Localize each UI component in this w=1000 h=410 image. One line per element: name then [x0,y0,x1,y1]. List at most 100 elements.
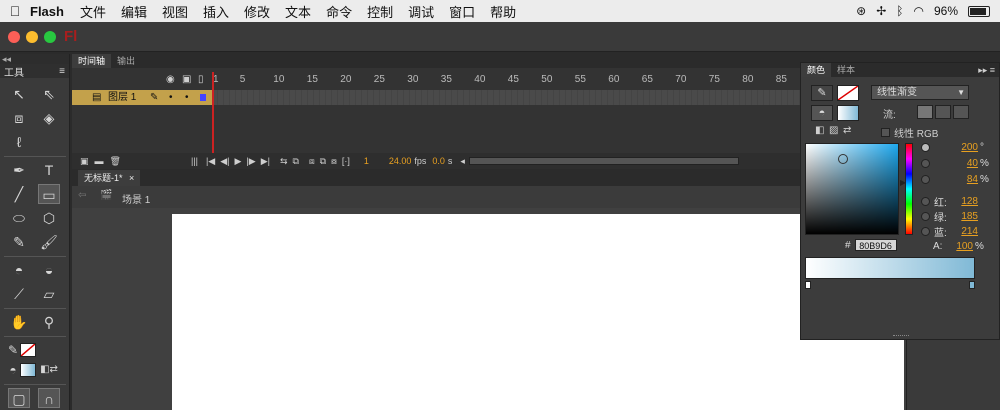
wifi-icon[interactable]: ◠ [913,4,923,18]
last-frame-icon[interactable]: ▶| [261,156,270,167]
pencil-tool-icon[interactable]: ✎ [8,232,30,252]
scene-name[interactable]: 场景 1 [122,191,150,206]
step-forward-icon[interactable]: |▶ [246,156,255,167]
alpha-value[interactable]: 100 [951,241,973,252]
center-frame-icon[interactable]: ||| [191,156,198,166]
pinwheel-icon[interactable]: ✢ [876,4,886,18]
red-radio[interactable] [921,197,930,206]
bluetooth-icon[interactable]: ᛒ [896,4,903,18]
fill-swatch[interactable] [837,105,859,121]
swap-colors-icon[interactable]: ⇄ [843,125,851,136]
back-arrow-icon[interactable]: ⇦ [78,190,86,201]
delete-layer-icon[interactable]: 🗑 [110,156,121,167]
tab-output[interactable]: 输出 [111,54,141,68]
text-tool-icon[interactable]: T [38,160,60,180]
black-white-icon[interactable]: ◧ [815,125,824,136]
ink-bottle-tool-icon[interactable]: ◒ [38,260,60,280]
flow-extend-button[interactable] [917,105,933,119]
hue-slider-arrow-icon[interactable]: ▶ [900,178,906,187]
free-transform-tool-icon[interactable]: ⧈ [8,108,30,128]
edit-multiple-frames-icon[interactable]: ⧈ [309,156,315,167]
resize-grip-icon[interactable] [893,335,909,338]
menu-app-name[interactable]: Flash [30,4,64,19]
flow-reflect-button[interactable] [935,105,951,119]
document-tab[interactable]: 无标题-1* × [78,170,141,186]
outline-icon[interactable]: ▯ [198,74,204,85]
menu-help[interactable]: 帮助 [490,2,516,21]
zoom-tool-icon[interactable]: ⚲ [38,312,60,332]
color-picker-cursor[interactable] [838,154,848,164]
tab-color[interactable]: 颜色 [801,63,832,77]
stroke-mode-icon[interactable]: ✎ [811,85,833,101]
modify-markers-icon[interactable]: ⧇ [331,156,337,167]
layer-row[interactable]: ▤ 图层 1 ✎ • • [72,90,800,105]
stroke-color-swatch[interactable] [20,343,36,357]
menu-view[interactable]: 视图 [162,2,188,21]
oval-tool-icon[interactable]: ⬭ [8,208,30,228]
visibility-dot[interactable]: • [169,90,173,105]
hand-tool-icon[interactable]: ✋ [8,312,30,332]
pen-tool-icon[interactable]: ✒ [8,160,30,180]
brightness-value[interactable]: 84 [956,174,978,185]
first-frame-icon[interactable]: |◀ [206,156,215,167]
polystar-tool-icon[interactable]: ⬡ [38,208,60,228]
fill-mode-icon[interactable]: ◓ [811,105,833,121]
new-layer-icon[interactable]: ▣ [80,156,89,167]
no-color-icon[interactable]: ▨ [829,125,838,136]
menu-debug[interactable]: 调试 [408,2,434,21]
menu-edit[interactable]: 编辑 [121,2,147,21]
lock-dot[interactable]: • [185,90,189,105]
battery-icon[interactable] [968,5,990,17]
menu-insert[interactable]: 插入 [203,2,229,21]
minimize-window-button[interactable] [26,31,38,43]
green-radio[interactable] [921,212,930,221]
tab-swatches[interactable]: 样本 [831,63,861,77]
subselection-tool-icon[interactable]: ⇖ [38,84,60,104]
onion-skin-icon[interactable]: ⧉ [293,156,299,167]
gradient-stop-start[interactable] [805,281,811,289]
close-tab-icon[interactable]: × [129,173,134,183]
line-tool-icon[interactable]: ╱ [8,184,30,204]
hue-value[interactable]: 200 [956,142,978,153]
paint-bucket-tool-icon[interactable]: ◓ [8,260,30,280]
menu-text[interactable]: 文本 [285,2,311,21]
markers-icon[interactable]: [·] [342,156,350,166]
blue-value[interactable]: 214 [956,226,978,237]
close-window-button[interactable] [8,31,20,43]
tools-collapse-strip[interactable]: ◂◂ [0,54,69,64]
linear-rgb-option[interactable]: 线性 RGB [881,125,938,140]
saturation-value[interactable]: 40 [956,158,978,169]
frame-ruler[interactable]: 1 5 10 15 20 25 30 35 40 45 50 55 60 65 70 75 80 85 [212,72,800,88]
new-folder-icon[interactable]: ▬ [95,156,104,166]
timeline-scrollbar[interactable] [468,157,739,165]
apple-icon[interactable]:  [0,3,30,19]
brightness-radio[interactable] [921,175,930,184]
green-value[interactable]: 185 [956,211,978,222]
flow-repeat-button[interactable] [953,105,969,119]
lock-icon[interactable]: ▣ [182,74,191,85]
hue-radio[interactable] [921,143,930,152]
creative-cloud-icon[interactable]: ⊛ [856,4,866,18]
stage-canvas[interactable] [172,214,904,410]
gradient-stop-end[interactable] [969,281,975,289]
elapsed-time[interactable]: 0.0 [432,156,445,166]
fill-type-select[interactable]: 线性渐变 ▼ [871,85,969,100]
menu-commands[interactable]: 命令 [326,2,352,21]
selection-tool-icon[interactable]: ↖ [8,84,30,104]
rectangle-tool-icon[interactable]: ▭ [38,184,60,204]
snap-to-objects-icon[interactable]: ∩ [38,388,60,408]
frame-rate[interactable]: 24.00 [389,156,412,166]
layer-name[interactable]: 图层 1 [108,90,136,105]
fill-color-swatch[interactable] [20,363,36,377]
menu-window[interactable]: 窗口 [449,2,475,21]
scroll-left-icon[interactable]: ◂ [460,156,465,167]
object-drawing-icon[interactable]: ▢ [8,388,30,408]
tab-timeline[interactable]: 时间轴 [72,54,112,68]
current-frame[interactable]: 1 [364,156,369,166]
stage-pasteboard[interactable] [72,208,906,410]
frame-cells[interactable] [212,90,800,105]
3d-rotation-tool-icon[interactable]: ◈ [38,108,60,128]
lasso-tool-icon[interactable]: ℓ [8,132,30,152]
red-value[interactable]: 128 [956,196,978,207]
layer-color-box[interactable] [200,94,206,101]
